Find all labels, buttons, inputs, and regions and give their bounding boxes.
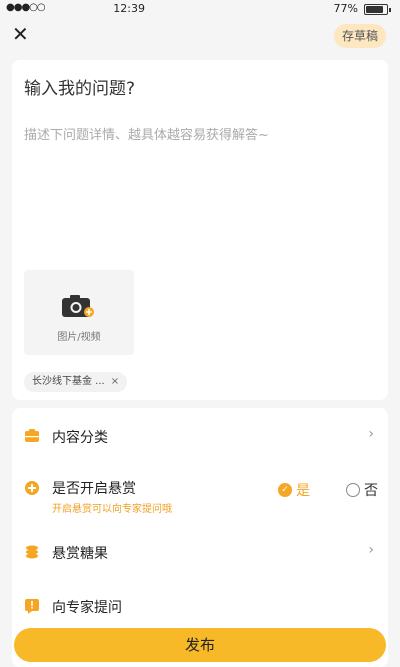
question-card: 输入我的问题? 描述下问题详情、越具体越容易获得解答~ 图片/视频 长沙线下基金… <box>12 60 388 400</box>
battery-icon <box>364 4 391 15</box>
expert-row[interactable]: 向专家提问 <box>12 586 388 626</box>
status-time: 12:39 <box>113 2 145 15</box>
tag-chip[interactable]: 长沙线下基金 ... × <box>24 372 128 392</box>
reward-icon <box>25 481 39 495</box>
chevron-right-icon: › <box>368 542 374 558</box>
close-icon[interactable]: ✕ <box>12 24 32 44</box>
top-bar: ✕ 存草稿 <box>0 18 400 56</box>
candy-icon <box>26 545 38 559</box>
candy-label: 悬赏糖果 <box>52 546 108 562</box>
expert-icon <box>25 599 39 614</box>
tag-label: 长沙线下基金 ... <box>32 376 105 387</box>
question-title-input[interactable]: 输入我的问题? <box>24 74 374 99</box>
publish-button[interactable]: 发布 <box>14 628 386 662</box>
category-row[interactable]: 内容分类 › <box>12 416 388 456</box>
camera-icon <box>62 295 94 317</box>
battery-percent: 77% <box>333 2 358 15</box>
checkmark-icon: ✓ <box>278 483 292 497</box>
category-icon <box>25 429 39 442</box>
save-draft-button[interactable]: 存草稿 <box>333 24 386 48</box>
category-label: 内容分类 <box>52 430 108 446</box>
expert-label: 向专家提问 <box>52 600 122 616</box>
status-bar: ●●●○○ 12:39 77% <box>0 0 400 18</box>
tag-remove-icon[interactable]: × <box>111 372 119 392</box>
radio-empty-icon <box>346 483 360 497</box>
reward-radio-group: ✓ 是 否 <box>278 480 378 500</box>
question-description-input[interactable]: 描述下问题详情、越具体越容易获得解答~ <box>24 124 374 143</box>
reward-no-label: 否 <box>364 483 378 499</box>
media-label: 图片/视频 <box>57 332 101 343</box>
add-media-button[interactable]: 图片/视频 <box>24 270 134 355</box>
reward-label: 是否开启悬赏 <box>52 481 136 497</box>
reward-no-radio[interactable]: 否 <box>346 480 378 500</box>
reward-hint: 开启悬赏可以向专家提问哦 <box>52 504 172 515</box>
reward-yes-radio[interactable]: ✓ 是 <box>278 480 310 500</box>
chevron-right-icon: › <box>368 426 374 442</box>
reward-row: 是否开启悬赏 开启悬赏可以向专家提问哦 ✓ 是 否 <box>12 470 388 518</box>
candy-row[interactable]: 悬赏糖果 › <box>12 532 388 572</box>
reward-yes-label: 是 <box>296 483 310 499</box>
